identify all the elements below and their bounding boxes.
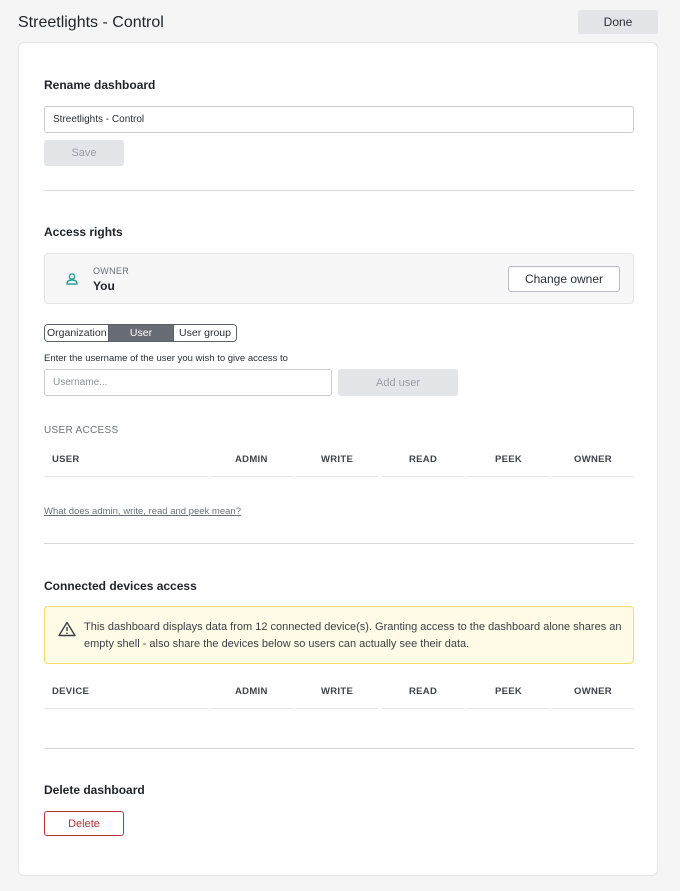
divider — [44, 543, 634, 544]
header-underline — [44, 476, 208, 477]
column-owner: OWNER — [574, 686, 612, 697]
device-access-table-header: DEVICE ADMIN WRITE READ PEEK OWNER — [44, 686, 634, 709]
tab-user[interactable]: User — [109, 325, 173, 341]
access-section-title: Access rights — [44, 225, 123, 239]
user-access-heading: USER ACCESS — [44, 425, 119, 436]
devices-warning: This dashboard displays data from 12 con… — [44, 606, 634, 664]
column-user: USER — [52, 454, 80, 465]
access-type-tabs: Organization User User group — [44, 324, 237, 342]
column-write: WRITE — [321, 454, 354, 465]
header-underline — [211, 476, 293, 477]
column-owner: OWNER — [574, 454, 612, 465]
change-owner-button[interactable]: Change owner — [508, 266, 620, 292]
column-device: DEVICE — [52, 686, 90, 697]
header-underline — [467, 708, 549, 709]
delete-button[interactable]: Delete — [44, 811, 124, 836]
owner-name: You — [93, 279, 115, 293]
user-icon — [66, 273, 78, 285]
header-underline — [296, 708, 378, 709]
column-read: READ — [409, 686, 438, 697]
top-bar: Streetlights - Control Done — [0, 0, 680, 42]
header-underline — [382, 476, 464, 477]
column-read: READ — [409, 454, 438, 465]
column-peek: PEEK — [495, 686, 523, 697]
delete-section-title: Delete dashboard — [44, 783, 145, 797]
owner-panel: OWNER You Change owner — [44, 253, 634, 304]
divider — [44, 190, 634, 191]
header-underline — [44, 708, 208, 709]
header-underline — [552, 476, 634, 477]
done-button[interactable]: Done — [578, 10, 658, 34]
owner-label: OWNER — [93, 266, 129, 276]
tab-user-group[interactable]: User group — [173, 325, 236, 341]
tab-organization[interactable]: Organization — [45, 325, 109, 341]
rename-section-title: Rename dashboard — [44, 78, 156, 92]
settings-card: Rename dashboard Save Access rights OWNE… — [18, 42, 658, 876]
permissions-help-link[interactable]: What does admin, write, read and peek me… — [44, 506, 241, 517]
page-title: Streetlights - Control — [18, 14, 164, 31]
save-button[interactable]: Save — [44, 140, 124, 166]
username-help-text: Enter the username of the user you wish … — [44, 353, 288, 364]
column-peek: PEEK — [495, 454, 523, 465]
divider — [44, 748, 634, 749]
header-underline — [467, 476, 549, 477]
header-underline — [552, 708, 634, 709]
devices-section-title: Connected devices access — [44, 579, 197, 593]
header-underline — [296, 476, 378, 477]
dashboard-name-input[interactable] — [44, 106, 634, 133]
header-underline — [211, 708, 293, 709]
header-underline — [382, 708, 464, 709]
column-admin: ADMIN — [235, 454, 268, 465]
warning-text: This dashboard displays data from 12 con… — [84, 621, 622, 650]
username-input[interactable] — [44, 369, 332, 396]
warning-icon — [58, 621, 76, 637]
add-user-button[interactable]: Add user — [338, 369, 458, 396]
column-write: WRITE — [321, 686, 354, 697]
column-admin: ADMIN — [235, 686, 268, 697]
user-access-table-header: USER ADMIN WRITE READ PEEK OWNER — [44, 454, 634, 477]
